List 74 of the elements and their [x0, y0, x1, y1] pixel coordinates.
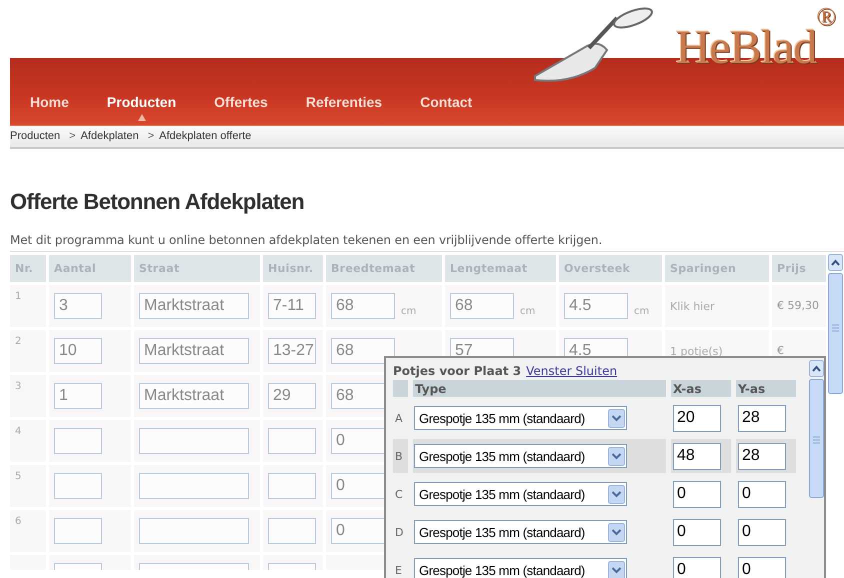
type-dropdown[interactable]: Grespotje 135 mm (standaard) [414, 558, 627, 578]
input-field[interactable] [54, 518, 102, 544]
input-field[interactable]: 0 [673, 480, 721, 508]
openings-link[interactable]: Klik hier [670, 300, 715, 312]
input-field[interactable]: 1 [54, 383, 102, 409]
input-field[interactable] [54, 473, 102, 499]
popup-title: Potjes voor Plaat 3 [393, 364, 522, 378]
input-field[interactable]: 10 [54, 338, 102, 364]
input-field[interactable]: 0 [738, 480, 786, 508]
price: € [777, 344, 785, 358]
row-number: 5 [15, 471, 22, 482]
unit-label: cm [520, 306, 536, 316]
scrollbar[interactable] [809, 360, 824, 499]
input-field[interactable] [268, 428, 316, 454]
input-field[interactable]: 28 [738, 442, 786, 470]
input-field[interactable]: 0 [738, 518, 786, 546]
input-field[interactable]: 4.5 [564, 293, 628, 319]
row-number: 4 [15, 426, 22, 437]
breadcrumb-link[interactable]: Afdekplaten offerte [159, 130, 252, 142]
input-field[interactable]: 0 [673, 518, 721, 546]
input-field[interactable]: 68 [331, 338, 395, 364]
registered-mark: ® [816, 4, 836, 30]
row-number: 3 [15, 381, 22, 392]
breadcrumb-separator: > [148, 130, 154, 142]
nav-link[interactable]: Producten [96, 94, 186, 122]
input-field[interactable] [139, 518, 249, 544]
input-field[interactable]: Marktstraat [139, 338, 249, 364]
column-header: Y-as [736, 380, 796, 397]
nav-link[interactable]: Offertes [204, 94, 278, 122]
openings-link[interactable]: 1 potje(s) [670, 344, 723, 358]
input-field[interactable] [268, 518, 316, 544]
column-header: Type [413, 380, 666, 397]
type-dropdown[interactable]: Grespotje 135 mm (standaard) [414, 482, 627, 506]
input-field[interactable]: 20 [673, 404, 721, 432]
row-number: 1 [15, 291, 22, 302]
column-header: X-as [671, 380, 731, 397]
input-field[interactable]: 68 [331, 293, 395, 319]
input-field[interactable]: 0 [738, 556, 786, 578]
type-dropdown[interactable]: Grespotje 135 mm (standaard) [414, 444, 627, 468]
dropdown-arrow-icon [608, 560, 625, 578]
current-page-marker-icon [138, 114, 146, 121]
input-field[interactable] [139, 428, 249, 454]
input-field[interactable] [268, 473, 316, 499]
nav-link[interactable]: Home [20, 94, 79, 122]
input-field[interactable]: 29 [268, 383, 316, 409]
header-cell [393, 380, 408, 397]
input-field[interactable]: 28 [738, 404, 786, 432]
breadcrumb-link[interactable]: Producten [10, 130, 60, 142]
type-dropdown[interactable]: Grespotje 135 mm (standaard) [414, 406, 627, 430]
input-field[interactable] [54, 428, 102, 454]
input-field[interactable]: 3 [54, 293, 102, 319]
input-field[interactable]: Marktstraat [139, 383, 249, 409]
scrollbar[interactable] [828, 254, 843, 395]
input-field[interactable]: 68 [450, 293, 514, 319]
page-title: Offerte Betonnen Afdekplaten [10, 189, 306, 215]
input-field[interactable]: 0 [673, 556, 721, 578]
breadcrumb-separator: > [69, 130, 76, 142]
type-dropdown[interactable]: Grespotje 135 mm (standaard) [414, 520, 627, 544]
row-number: 2 [15, 336, 22, 347]
nav-link[interactable]: Referenties [296, 94, 392, 122]
row-number: 6 [15, 516, 22, 527]
input-field[interactable]: Marktstraat [139, 293, 249, 319]
unit-label: cm [634, 306, 650, 316]
nav-link[interactable]: Contact [410, 94, 482, 122]
close-link[interactable]: Venster Sluiten [526, 364, 618, 378]
input-field[interactable] [139, 473, 249, 499]
price: € 59,30 [777, 298, 820, 314]
input-field[interactable]: 13-27 [268, 338, 316, 364]
input-field[interactable]: 48 [673, 442, 721, 470]
input-field[interactable]: 7-11 [268, 293, 316, 319]
page-description: Met dit programma kunt u online betonnen afdekplaten tekenen en een vrijblijvende offerte krijgen. [10, 233, 604, 247]
unit-label: cm [401, 306, 416, 316]
breadcrumb-link[interactable]: Afdekplaten [80, 130, 139, 142]
row-letter: B [393, 439, 408, 473]
